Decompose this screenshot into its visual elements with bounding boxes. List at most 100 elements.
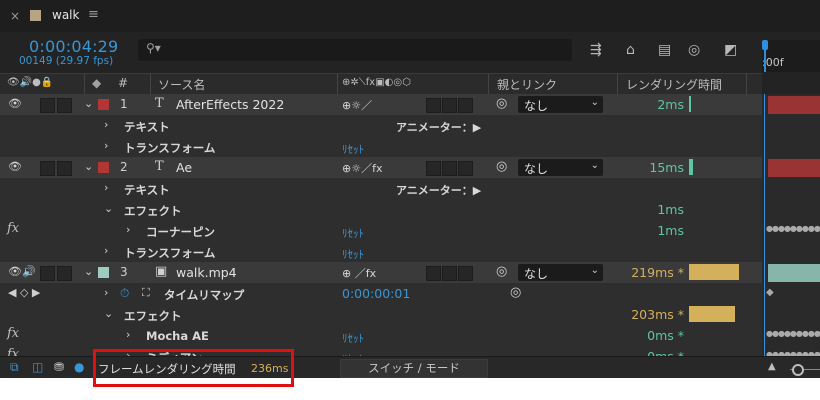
collapse-chevron-icon[interactable]: › (104, 244, 108, 257)
layer-switches[interactable]: ⊕ ／fx (342, 265, 376, 281)
collapse-chevron-icon[interactable]: › (104, 139, 108, 152)
property-value[interactable]: 0:00:00:01 (342, 286, 410, 301)
property-row[interactable]: › トランスフォーム ﾘｾｯﾄ (0, 241, 762, 263)
number-header[interactable]: # (118, 76, 128, 90)
property-row[interactable]: ⌄ エフェクト 1ms (0, 199, 762, 221)
parent-select[interactable]: なし ⌄ (518, 96, 603, 113)
pick-whip-icon[interactable]: ◎ (496, 159, 507, 174)
property-row[interactable]: ◀ ◇ ▶ ⏱ ⛶ › タイムリマップ 0:00:00:01 ◎ (0, 283, 762, 305)
tab-title[interactable]: walk (52, 8, 79, 22)
property-name[interactable]: タイムリマップ (164, 287, 244, 303)
quality-switch[interactable] (426, 161, 441, 176)
graph-editor-icon[interactable]: ◩ (724, 42, 737, 58)
motion-blur-icon[interactable]: ◎ (688, 42, 700, 58)
layer-duration-bar[interactable] (768, 96, 820, 114)
layer-name[interactable]: AfterEffects 2022 (176, 97, 284, 112)
source-name-header[interactable]: ソース名 (158, 76, 205, 93)
keyframe-icon[interactable]: ◆ (766, 287, 774, 298)
current-time-display[interactable]: 0:00:04:29 (29, 37, 118, 56)
expand-chevron-icon[interactable]: ⌄ (104, 307, 113, 320)
effect-fx-icon[interactable]: fx (7, 221, 19, 236)
timeline-track-area[interactable]: ●●●●●●●●●● ◆ ●●●●●●●●●● ●●●●●●●●●● (762, 94, 820, 356)
search-input[interactable]: ⚲▾ (138, 39, 572, 61)
layer-duration-bar[interactable] (768, 159, 820, 177)
tab-close-button[interactable]: × (10, 9, 20, 23)
flowchart-icon[interactable]: ⇶ (590, 42, 602, 58)
solo-toggle[interactable] (40, 266, 55, 281)
zoom-slider-handle[interactable] (792, 364, 804, 376)
zoom-out-icon[interactable]: ▲ (768, 361, 776, 372)
property-name[interactable]: エフェクト (124, 308, 182, 324)
visibility-eye-icon[interactable]: 👁 (8, 160, 22, 173)
collapse-chevron-icon[interactable]: › (126, 328, 130, 341)
effect-fx-icon[interactable]: fx (7, 347, 19, 356)
panel-menu-icon[interactable]: ≡ (88, 7, 99, 22)
layer-switches[interactable]: ⊕☼／fx (342, 160, 382, 176)
adjustment-switch[interactable] (458, 266, 473, 281)
property-name[interactable]: Mocha AE (146, 329, 209, 343)
layer-switches[interactable]: ⊕☼／ (342, 97, 372, 113)
motion-blur-switch[interactable] (442, 98, 457, 113)
reset-link[interactable]: ﾘｾｯﾄ (342, 330, 364, 346)
property-name[interactable]: エフェクト (124, 203, 182, 219)
quality-switch[interactable] (426, 98, 441, 113)
expand-chevron-icon[interactable]: ⌄ (84, 265, 93, 278)
keyframe-nav-icon[interactable]: ◀ ◇ ▶ (8, 286, 40, 299)
motion-blur-switch[interactable] (442, 161, 457, 176)
draft3d-icon[interactable]: ▤ (658, 42, 671, 58)
adjustment-switch[interactable] (458, 161, 473, 176)
visibility-eye-icon[interactable]: 👁 (8, 97, 22, 110)
expand-chevron-icon[interactable]: ⌄ (84, 97, 93, 110)
solo-toggle[interactable] (40, 161, 55, 176)
lock-toggle[interactable] (57, 266, 72, 281)
collapse-chevron-icon[interactable]: › (126, 223, 130, 236)
label-color-swatch[interactable] (98, 267, 109, 278)
collapse-chevron-icon[interactable]: › (104, 118, 108, 131)
layer-name[interactable]: Ae (176, 160, 192, 175)
layer-row[interactable]: 👁 ⌄ 2 T Ae ⊕☼／fx ◎ なし ⌄ 15ms (0, 157, 762, 179)
property-row[interactable]: ⌄ エフェクト 203ms * (0, 304, 762, 326)
pick-whip-icon[interactable]: ◎ (496, 264, 507, 279)
lock-toggle[interactable] (57, 161, 72, 176)
comp-flowchart-toggle-icon[interactable]: ⧉ (10, 360, 19, 375)
animator-menu[interactable]: アニメーター：▶ (396, 182, 481, 198)
adjustment-switch[interactable] (458, 98, 473, 113)
animator-menu[interactable]: アニメーター：▶ (396, 119, 481, 135)
property-name[interactable]: トランスフォーム (124, 140, 215, 156)
layer-duration-bar[interactable] (768, 264, 820, 282)
property-row[interactable]: › テキスト アニメーター：▶ (0, 178, 762, 200)
lock-toggle[interactable] (57, 98, 72, 113)
parent-select[interactable]: なし ⌄ (518, 159, 603, 176)
layer-name[interactable]: walk.mp4 (176, 265, 237, 280)
expand-chevron-icon[interactable]: ⌄ (104, 202, 113, 215)
layer-row[interactable]: 👁 🔊 ⌄ 3 ▣ walk.mp4 ⊕ ／fx ◎ なし ⌄ 219ms * (0, 262, 762, 284)
property-row[interactable]: › テキスト アニメーター：▶ (0, 115, 762, 137)
switch-mode-button[interactable]: スイッチ / モード (340, 359, 488, 378)
effect-fx-icon[interactable]: fx (7, 326, 19, 341)
solo-toggle[interactable] (40, 98, 55, 113)
layer-row[interactable]: 👁 ⌄ 1 T AfterEffects 2022 ⊕☼／ ◎ なし ⌄ 2ms (0, 94, 762, 116)
reset-link[interactable]: ﾘｾｯﾄ (342, 246, 364, 262)
property-name[interactable]: トランスフォーム (124, 245, 215, 261)
property-row[interactable]: › トランスフォーム ﾘｾｯﾄ (0, 136, 762, 158)
visibility-eye-icon[interactable]: 👁 (8, 265, 22, 278)
property-row[interactable]: fx › コーナーピン ﾘｾｯﾄ 1ms (0, 220, 762, 242)
property-name[interactable]: コーナーピン (146, 224, 215, 240)
render-time-toggle-icon[interactable]: ● (74, 360, 84, 374)
expand-panel-icon[interactable]: ◫ (32, 360, 43, 374)
expand-chevron-icon[interactable]: ⌄ (84, 160, 93, 173)
quality-switch[interactable] (426, 266, 441, 281)
render-time-header[interactable]: レンダリング時間 (626, 76, 722, 93)
audio-icon[interactable]: 🔊 (22, 265, 36, 278)
property-row[interactable]: fx › Mocha AE ﾘｾｯﾄ 0ms * (0, 325, 762, 347)
graph-icon[interactable]: ⛶ (142, 286, 150, 300)
label-color-swatch[interactable] (98, 99, 109, 110)
transfer-controls-icon[interactable]: ⛃ (54, 360, 64, 374)
stopwatch-icon[interactable]: ⏱ (120, 286, 129, 301)
collapse-chevron-icon[interactable]: › (104, 286, 108, 299)
parent-select[interactable]: なし ⌄ (518, 264, 603, 281)
reset-link[interactable]: ﾘｾｯﾄ (342, 225, 364, 241)
property-name[interactable]: テキスト (124, 119, 170, 135)
property-name[interactable]: テキスト (124, 182, 170, 198)
reset-link[interactable]: ﾘｾｯﾄ (342, 141, 364, 157)
